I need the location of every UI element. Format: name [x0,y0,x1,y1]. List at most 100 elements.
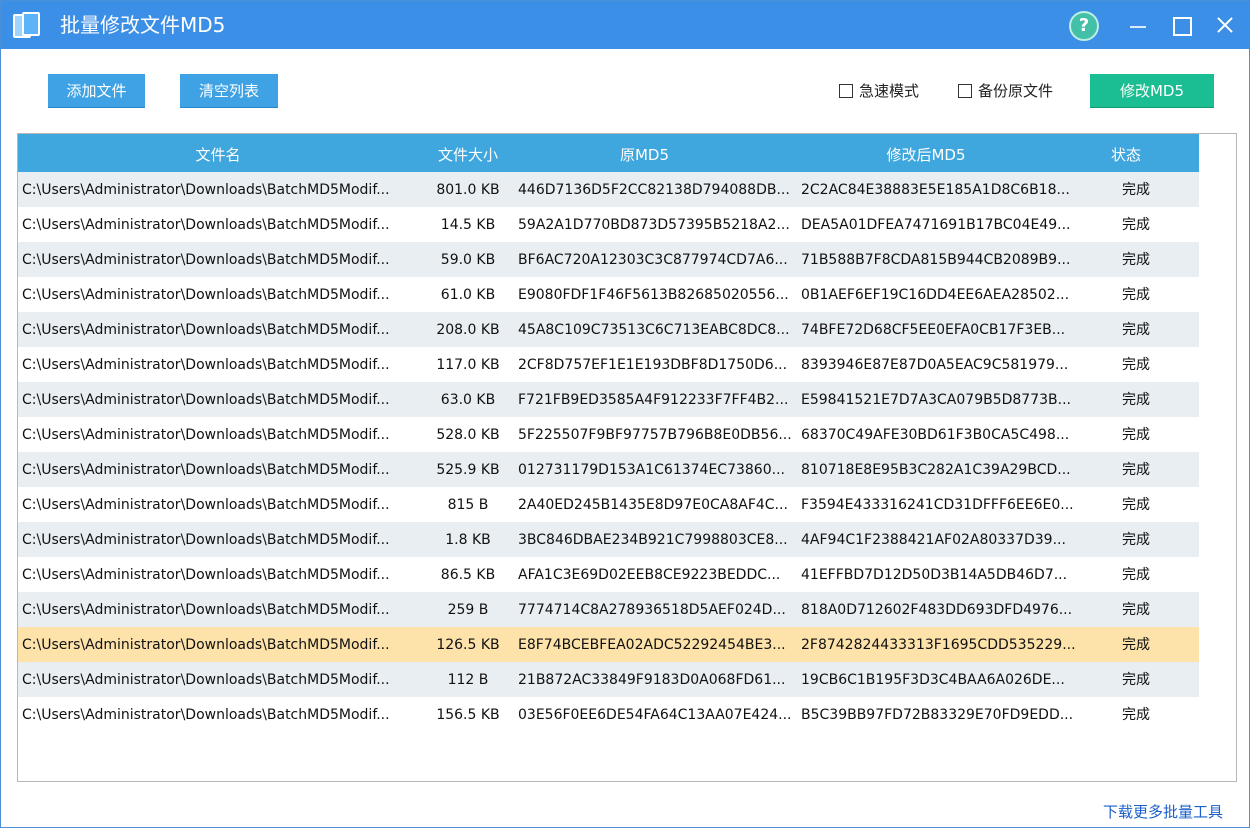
close-icon[interactable] [1207,9,1243,41]
header-status[interactable]: 状态 [1086,134,1166,172]
app-icon [13,12,41,38]
cell-status: 完成 [1122,637,1150,653]
cell-file-size: 801.0 KB [436,182,500,198]
header-file-size[interactable]: 文件大小 [424,134,512,172]
header-modified-md5[interactable]: 修改后MD5 [801,134,1051,172]
cell-file-name: C:\Users\Administrator\Downloads\BatchMD… [22,357,390,373]
clear-list-button[interactable]: 清空列表 [180,74,278,108]
add-file-button[interactable]: 添加文件 [48,74,145,108]
cell-modified-md5: 19CB6C1B195F3D3C4BAA6A026DE... [801,672,1065,688]
cell-original-md5: 03E56F0EE6DE54FA64C13AA07E424... [518,707,792,723]
cell-file-name: C:\Users\Administrator\Downloads\BatchMD… [22,637,390,653]
cell-modified-md5: 71B588B7F8CDA815B944CB2089B9... [801,252,1071,268]
cell-status: 完成 [1122,427,1150,443]
cell-status: 完成 [1122,672,1150,688]
cell-status: 完成 [1122,252,1150,268]
cell-file-name: C:\Users\Administrator\Downloads\BatchMD… [22,532,390,548]
table-row[interactable]: C:\Users\Administrator\Downloads\BatchMD… [18,697,1199,732]
maximize-icon[interactable] [1163,9,1199,41]
cell-original-md5: 012731179D153A1C61374EC73860... [518,462,785,478]
header-file-name[interactable]: 文件名 [18,134,418,172]
cell-file-name: C:\Users\Administrator\Downloads\BatchMD… [22,707,390,723]
cell-file-name: C:\Users\Administrator\Downloads\BatchMD… [22,462,390,478]
backup-checkbox[interactable]: 备份原文件 [958,81,1068,101]
cell-status: 完成 [1122,182,1150,198]
table-row[interactable]: C:\Users\Administrator\Downloads\BatchMD… [18,382,1199,417]
app-window: 批量修改文件MD5 ? 添加文件 清空列表 急速模式 备份原文件 修改MD5 文… [0,0,1250,828]
cell-file-name: C:\Users\Administrator\Downloads\BatchMD… [22,287,390,303]
download-more-tools-link[interactable]: 下载更多批量工具 [1103,801,1223,822]
table-row[interactable]: C:\Users\Administrator\Downloads\BatchMD… [18,452,1199,487]
cell-modified-md5: 74BFE72D68CF5EE0EFA0CB17F3EB... [801,322,1066,338]
cell-modified-md5: B5C39BB97FD72B83329E70FD9EDD... [801,707,1074,723]
table-row[interactable]: C:\Users\Administrator\Downloads\BatchMD… [18,172,1199,207]
cell-status: 完成 [1122,602,1150,618]
cell-status: 完成 [1122,322,1150,338]
cell-file-size: 61.0 KB [440,287,496,303]
cell-original-md5: 45A8C109C73513C6C713EABC8DC8... [518,322,790,338]
cell-original-md5: 2CF8D757EF1E1E193DBF8D1750D6... [518,357,788,373]
fast-mode-label: 急速模式 [859,82,920,100]
table-row[interactable]: C:\Users\Administrator\Downloads\BatchMD… [18,592,1199,627]
cell-file-size: 86.5 KB [440,567,496,583]
table-row[interactable]: C:\Users\Administrator\Downloads\BatchMD… [18,417,1199,452]
cell-status: 完成 [1122,532,1150,548]
cell-modified-md5: 810718E8E95B3C282A1C39A29BCD... [801,462,1071,478]
file-table[interactable]: 文件名 文件大小 原MD5 修改后MD5 状态 C:\Users\Adminis… [17,133,1237,782]
cell-file-size: 208.0 KB [436,322,500,338]
cell-file-size: 815 B [447,497,489,513]
backup-checkbox-box[interactable] [958,84,972,98]
cell-file-name: C:\Users\Administrator\Downloads\BatchMD… [22,217,390,233]
cell-file-size: 63.0 KB [440,392,496,408]
cell-file-name: C:\Users\Administrator\Downloads\BatchMD… [22,427,390,443]
cell-original-md5: E9080FDF1F46F5613B82685020556... [518,287,789,303]
minimize-icon[interactable] [1120,9,1156,41]
cell-modified-md5: 4AF94C1F2388421AF02A80337D39... [801,532,1066,548]
cell-status: 完成 [1122,357,1150,373]
table-row[interactable]: C:\Users\Administrator\Downloads\BatchMD… [18,207,1199,242]
cell-original-md5: 446D7136D5F2CC82138D794088DB... [518,182,790,198]
cell-original-md5: 3BC846DBAE234B921C7998803CE8... [518,532,788,548]
table-row[interactable]: C:\Users\Administrator\Downloads\BatchMD… [18,242,1199,277]
cell-modified-md5: 68370C49AFE30BD61F3B0CA5C498... [801,427,1070,443]
table-row[interactable]: C:\Users\Administrator\Downloads\BatchMD… [18,487,1199,522]
window-title: 批量修改文件MD5 [60,13,226,37]
modify-md5-button[interactable]: 修改MD5 [1090,74,1214,108]
table-row[interactable]: C:\Users\Administrator\Downloads\BatchMD… [18,522,1199,557]
cell-modified-md5: E59841521E7D7A3CA079B5D8773B... [801,392,1071,408]
cell-file-name: C:\Users\Administrator\Downloads\BatchMD… [22,567,390,583]
cell-modified-md5: 41EFFBD7D12D50D3B14A5DB46D7... [801,567,1068,583]
cell-original-md5: 5F225507F9BF97757B796B8E0DB56... [518,427,792,443]
cell-file-name: C:\Users\Administrator\Downloads\BatchMD… [22,672,390,688]
fast-mode-checkbox[interactable]: 急速模式 [839,81,929,101]
cell-original-md5: AFA1C3E69D02EEB8CE9223BEDDC... [518,567,781,583]
cell-original-md5: 21B872AC33849F9183D0A068FD61... [518,672,786,688]
help-icon[interactable]: ? [1069,11,1099,41]
app-icon-page-front [22,12,40,36]
table-row[interactable]: C:\Users\Administrator\Downloads\BatchMD… [18,312,1199,347]
cell-modified-md5: 818A0D712602F483DD693DFD4976... [801,602,1073,618]
cell-file-size: 112 B [447,672,489,688]
cell-file-name: C:\Users\Administrator\Downloads\BatchMD… [22,602,390,618]
cell-original-md5: 7774714C8A278936518D5AEF024D... [518,602,786,618]
table-row[interactable]: C:\Users\Administrator\Downloads\BatchMD… [18,662,1199,697]
cell-file-size: 14.5 KB [440,217,496,233]
cell-file-size: 126.5 KB [436,637,500,653]
table-row[interactable]: C:\Users\Administrator\Downloads\BatchMD… [18,557,1199,592]
table-row[interactable]: C:\Users\Administrator\Downloads\BatchMD… [18,627,1199,662]
header-original-md5[interactable]: 原MD5 [518,134,771,172]
table-row[interactable]: C:\Users\Administrator\Downloads\BatchMD… [18,277,1199,312]
table-row[interactable]: C:\Users\Administrator\Downloads\BatchMD… [18,347,1199,382]
cell-modified-md5: 8393946E87E87D0A5EAC9C581979... [801,357,1069,373]
cell-original-md5: BF6AC720A12303C3C877974CD7A6... [518,252,788,268]
fast-mode-checkbox-box[interactable] [839,84,853,98]
cell-original-md5: E8F74BCEBFEA02ADC52292454BE3... [518,637,786,653]
cell-file-name: C:\Users\Administrator\Downloads\BatchMD… [22,182,390,198]
cell-original-md5: F721FB9ED3585A4F912233F7FF4B2... [518,392,789,408]
cell-file-name: C:\Users\Administrator\Downloads\BatchMD… [22,497,390,513]
backup-label: 备份原文件 [978,82,1054,100]
title-bar: 批量修改文件MD5 ? [1,1,1250,49]
cell-status: 完成 [1122,462,1150,478]
cell-file-size: 59.0 KB [440,252,496,268]
cell-modified-md5: 2C2AC84E38883E5E185A1D8C6B18... [801,182,1070,198]
